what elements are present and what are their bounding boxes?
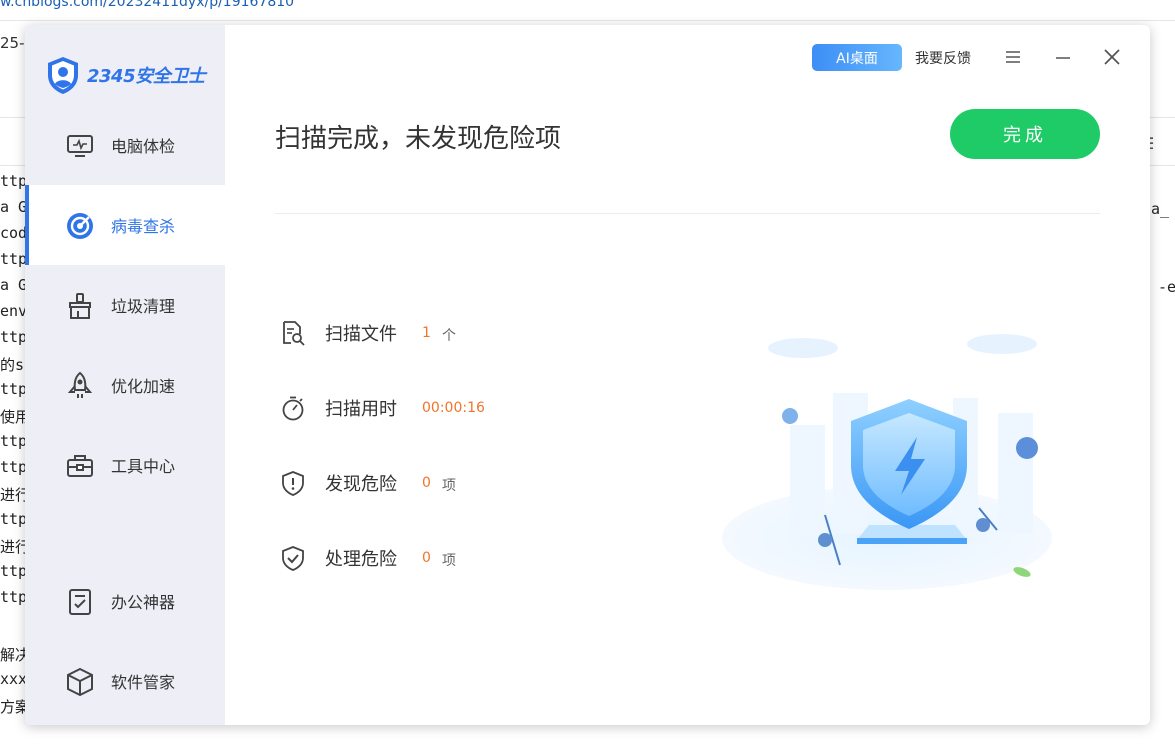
sidebar: 2345安全卫士 电脑体检 病毒查杀 垃圾清理 优化加速 工具中心 办公神器 软… <box>25 25 225 725</box>
sidebar-item-tools[interactable]: 工具中心 <box>25 425 225 505</box>
stat-value: 0 <box>422 550 431 566</box>
broom-icon <box>69 293 91 319</box>
checklist-icon <box>69 589 91 615</box>
bg-code-line: ttp <box>0 588 28 606</box>
stat-value: 00:00:16 <box>422 400 485 416</box>
browser-url[interactable]: w.cnblogs.com/20232411dyx/p/19167810 <box>0 0 294 10</box>
stopwatch-icon <box>282 396 304 421</box>
file-search-icon <box>283 321 305 346</box>
stat-unit: 个 <box>442 328 456 344</box>
bg-code-line: ttp <box>0 432 28 450</box>
bg-code-line: env <box>0 302 28 320</box>
hamburger-icon[interactable] <box>1002 46 1024 68</box>
sidebar-item-label: 病毒查杀 <box>111 217 176 236</box>
sidebar-item-label: 优化加速 <box>111 377 176 396</box>
stat-value: 1 <box>422 325 431 341</box>
shield-logo-icon <box>48 57 78 94</box>
toolbox-icon <box>67 455 93 477</box>
feedback-link[interactable]: 我要反馈 <box>915 48 971 68</box>
divider <box>275 213 1100 214</box>
box-icon <box>67 667 93 697</box>
bg-code-line: ttp <box>0 510 28 528</box>
stat-label: 扫描文件 <box>325 324 397 345</box>
bg-date-fragment: 25- <box>0 34 25 52</box>
sidebar-item-software-manager[interactable]: 软件管家 <box>25 641 225 721</box>
sidebar-item-junk-clean[interactable]: 垃圾清理 <box>25 265 225 345</box>
bg-code-line: xxx <box>0 670 28 688</box>
app-logo: 2345安全卫士 <box>45 55 206 95</box>
sidebar-item-label: 电脑体检 <box>111 137 176 156</box>
bg-code-line: a G <box>0 276 28 294</box>
done-button[interactable]: 完成 <box>950 109 1100 159</box>
bg-code-line: 的s <box>0 356 25 374</box>
stat-unit: 项 <box>442 478 456 494</box>
sidebar-item-office[interactable]: 办公神器 <box>25 561 225 641</box>
sidebar-item-label: 软件管家 <box>111 673 176 692</box>
scan-result-title: 扫描完成，未发现危险项 <box>275 124 562 154</box>
stat-unit: 项 <box>442 553 456 569</box>
close-icon[interactable] <box>1101 46 1123 68</box>
sidebar-item-virus-scan[interactable]: 病毒查杀 <box>25 185 225 265</box>
bg-code-line: ttp <box>0 562 28 580</box>
bg-code-line: ttp <box>0 250 28 268</box>
security-app-window: 2345安全卫士 电脑体检 病毒查杀 垃圾清理 优化加速 工具中心 办公神器 软… <box>25 25 1150 725</box>
minimize-icon[interactable] <box>1052 46 1074 68</box>
bg-code-line: ttp <box>0 458 28 476</box>
stat-value: 0 <box>422 475 431 491</box>
stat-label: 扫描用时 <box>325 399 397 420</box>
sidebar-item-optimize[interactable]: 优化加速 <box>25 345 225 425</box>
bg-right-text: -e <box>1158 278 1175 296</box>
shield-check-icon <box>282 546 304 571</box>
sidebar-item-pc-check[interactable]: 电脑体检 <box>25 105 225 185</box>
bg-code-line: ttp <box>0 328 28 346</box>
divider <box>0 20 1175 21</box>
bg-code-line: ttp <box>0 172 28 190</box>
app-name: 2345安全卫士 <box>87 66 206 87</box>
sidebar-item-label: 垃圾清理 <box>111 297 176 316</box>
monitor-icon <box>67 135 93 157</box>
bg-code-line: cod <box>0 224 28 242</box>
rocket-icon <box>67 371 93 398</box>
sidebar-item-label: 办公神器 <box>111 593 176 612</box>
stat-label: 处理危险 <box>325 549 397 570</box>
target-icon <box>67 213 93 239</box>
bg-code-line: ttp <box>0 380 28 398</box>
shield-alert-icon <box>282 471 304 496</box>
bg-code-line: a G <box>0 198 28 216</box>
ai-desktop-button[interactable]: AI桌面 <box>812 44 902 71</box>
sidebar-item-label: 工具中心 <box>111 457 176 476</box>
shield-illustration <box>722 334 1052 590</box>
stat-label: 发现危险 <box>325 474 397 495</box>
